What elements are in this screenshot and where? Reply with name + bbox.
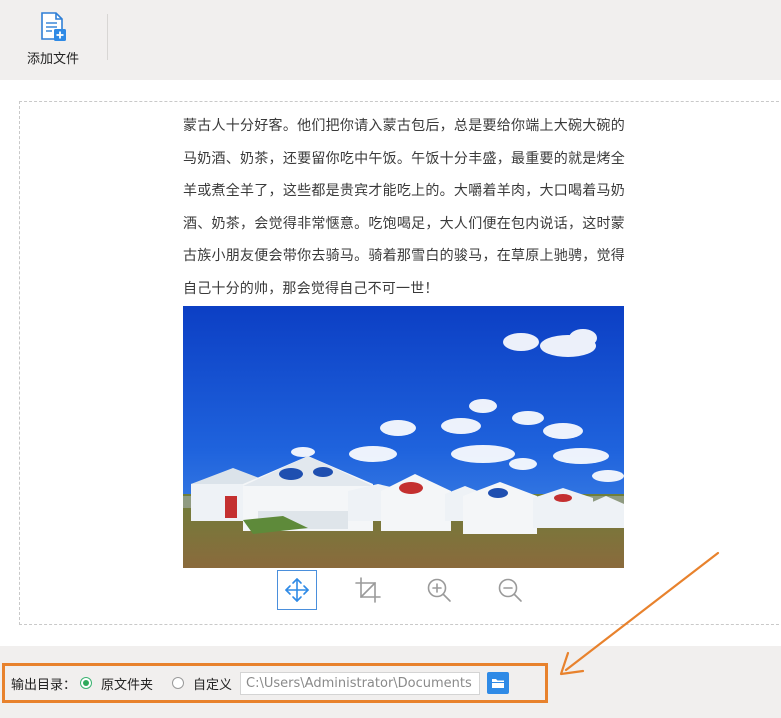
image-toolbar: [277, 570, 537, 610]
output-path-input[interactable]: C:\Users\Administrator\Documents: [240, 671, 481, 695]
document-image[interactable]: [183, 306, 624, 568]
radio-original-folder-indicator[interactable]: [80, 677, 93, 689]
zoom-out-icon: [498, 578, 522, 602]
browse-folder-button[interactable]: [487, 672, 510, 694]
crop-icon: [355, 577, 381, 603]
radio-original-folder[interactable]: 原文件夹: [80, 674, 153, 693]
yurt-photo: [183, 306, 624, 568]
radio-custom-folder-indicator[interactable]: [172, 677, 185, 689]
add-document-icon: [41, 12, 66, 41]
radio-custom-folder-label: 自定义: [193, 677, 233, 693]
crop-tool-button[interactable]: [348, 570, 388, 610]
radio-original-folder-label: 原文件夹: [101, 677, 154, 693]
zoom-in-button[interactable]: [419, 570, 459, 610]
folder-icon: [492, 679, 505, 688]
move-icon: [285, 578, 309, 602]
add-file-label: 添加文件: [26, 52, 79, 67]
toolbar-divider: [107, 14, 108, 60]
add-file-button[interactable]: 添加文件: [14, 10, 92, 70]
toolbar: 添加文件: [0, 0, 781, 80]
document-text: 蒙古人十分好客。他们把你请入蒙古包后，总是要给你端上大碗大碗的马奶酒、奶茶，还要…: [183, 118, 625, 297]
output-directory-group: 输出目录： 原文件夹 自定义 C:\Users\Administrator\Do…: [2, 663, 548, 703]
zoom-out-button[interactable]: [490, 570, 530, 610]
radio-custom-folder[interactable]: 自定义: [172, 674, 232, 693]
move-tool-button[interactable]: [277, 570, 317, 610]
zoom-in-icon: [427, 578, 451, 602]
output-settings-bar: 输出目录： 原文件夹 自定义 C:\Users\Administrator\Do…: [0, 646, 781, 718]
output-directory-label: 输出目录：: [11, 677, 77, 693]
